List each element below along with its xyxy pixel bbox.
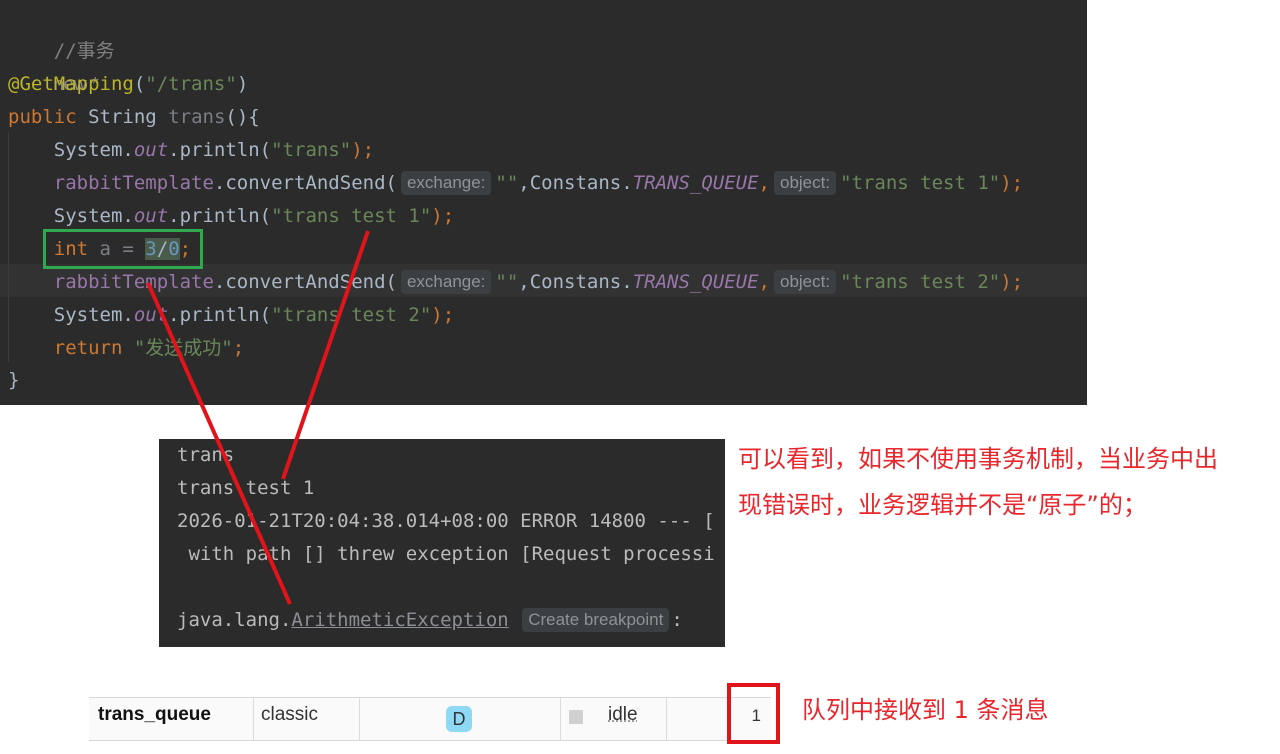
- arrow-to-test-1-output: [281, 230, 370, 480]
- annotation-arrows: [146, 230, 370, 605]
- arrow-to-exception-output: [146, 282, 292, 605]
